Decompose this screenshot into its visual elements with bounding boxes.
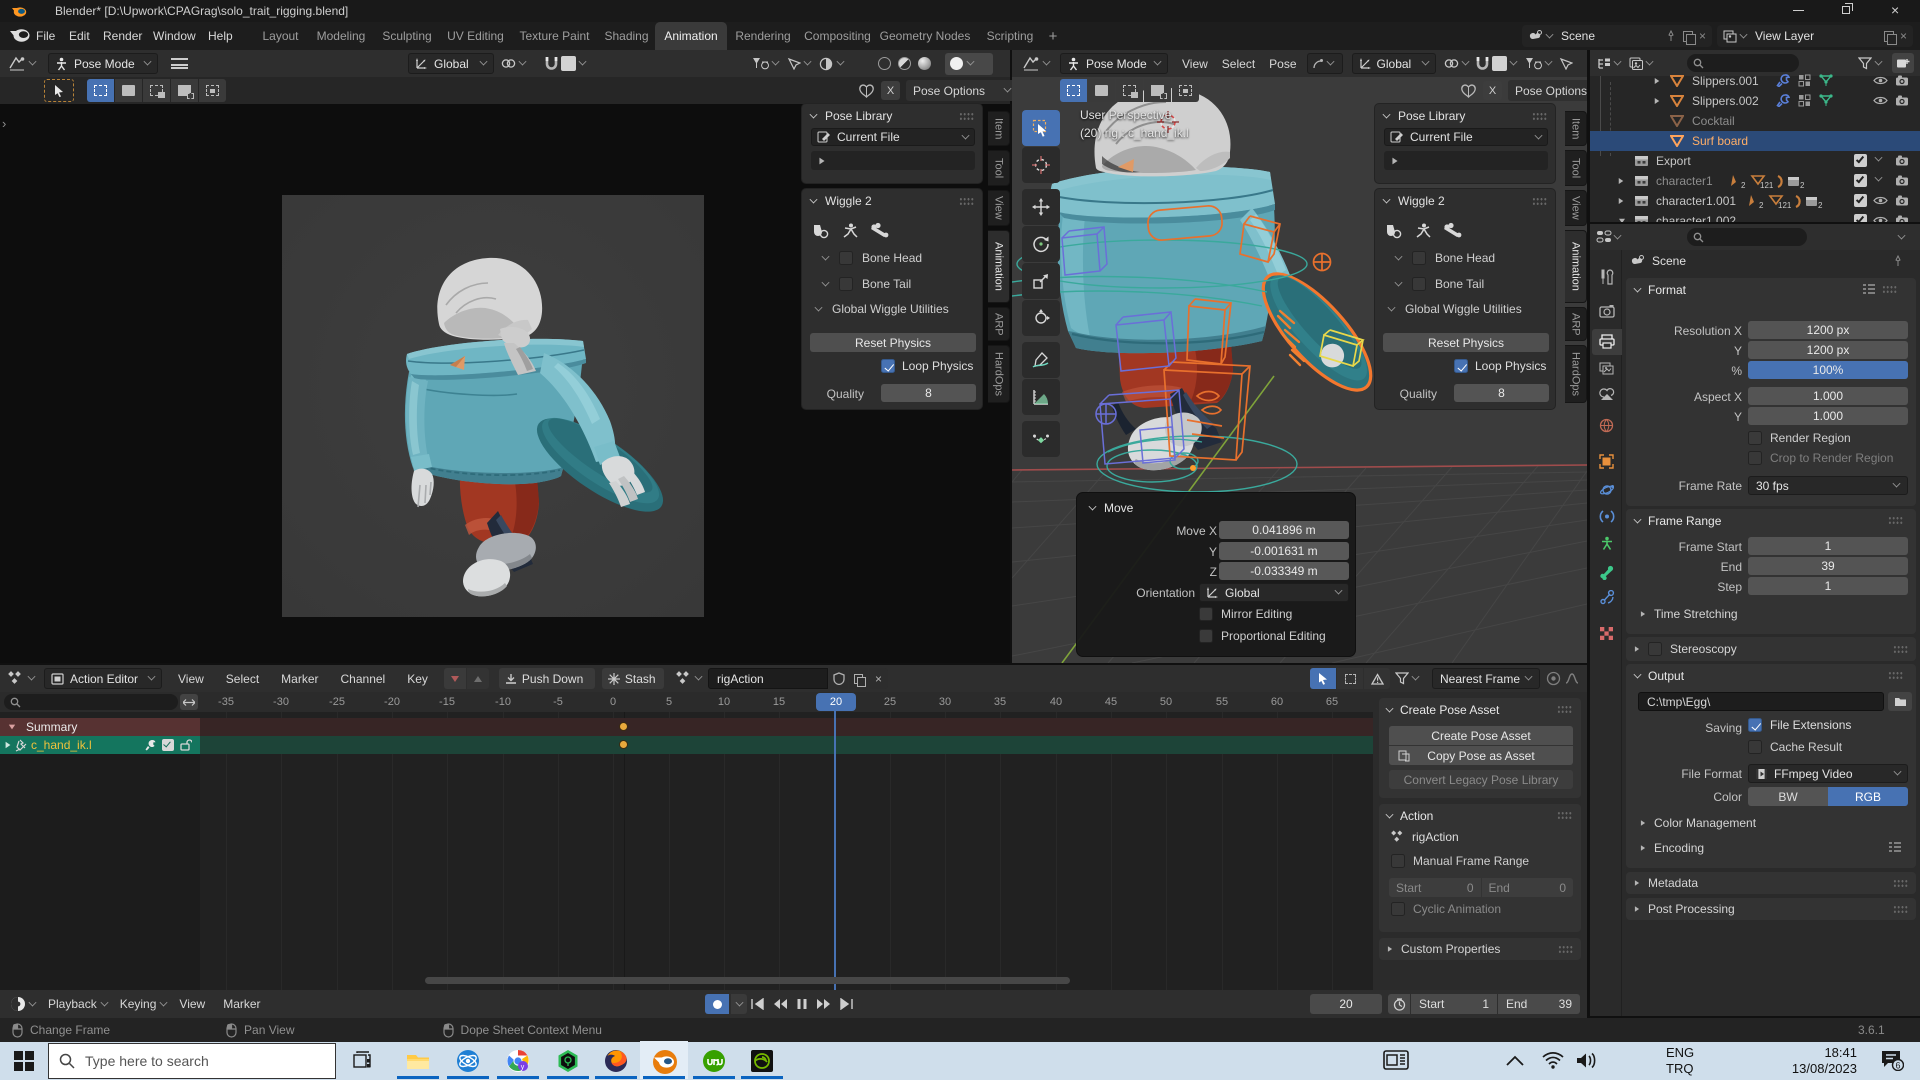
svg-text:121: 121 — [1778, 201, 1792, 209]
svg-text:y: y — [521, 1064, 525, 1071]
svg-text:2: 2 — [1741, 181, 1746, 189]
svg-text:2: 2 — [1800, 181, 1805, 189]
svg-text:2: 2 — [1759, 201, 1764, 209]
svg-text:121: 121 — [1760, 181, 1774, 189]
svg-text:6: 6 — [1896, 1061, 1901, 1071]
svg-text:2: 2 — [1818, 201, 1823, 209]
